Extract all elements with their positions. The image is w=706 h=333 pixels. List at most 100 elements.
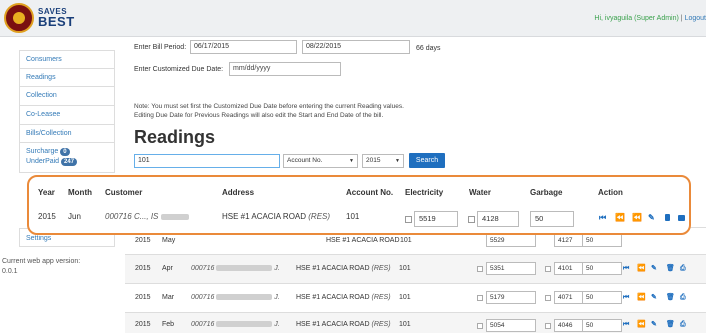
rewind-icon[interactable]: ⏪ — [632, 213, 642, 223]
sidebar-item-bills-collection[interactable]: Bills/Collection — [19, 124, 115, 144]
electricity-checkbox[interactable] — [405, 216, 412, 223]
row-customer-name: J. — [274, 294, 280, 301]
row-account: 101 — [400, 237, 412, 244]
row-month: Jun — [68, 212, 81, 221]
row-month: May — [162, 237, 176, 244]
prev-icon[interactable]: ⏪ — [637, 321, 646, 329]
row-year: 2015 — [38, 212, 56, 221]
row-year: 2015 — [135, 294, 151, 301]
logo-seal-icon — [4, 3, 34, 33]
prev-icon[interactable]: ⏪ — [615, 213, 625, 223]
garbage-input[interactable]: 50 — [530, 211, 574, 227]
note-line-2: Editing Due Date for Previous Readings w… — [134, 112, 384, 119]
row-address-tag: (RES) — [371, 321, 391, 328]
garbage-input[interactable]: 50 — [582, 234, 622, 247]
edit-icon[interactable]: ✎ — [648, 213, 655, 223]
row-address: HSE #1 ACACIA ROAD — [296, 294, 370, 301]
print-icon[interactable]: ⎙ — [680, 265, 686, 273]
col-header-water: Water — [469, 188, 491, 197]
version-value: 0.0.1 — [2, 268, 18, 275]
bill-period-label: Enter Bill Period: — [134, 44, 187, 51]
row-customer-name: J. — [274, 321, 280, 328]
electricity-checkbox[interactable] — [477, 266, 483, 272]
row-year: 2015 — [135, 265, 151, 272]
first-icon[interactable]: ⏮ — [623, 294, 629, 302]
print-icon[interactable]: ⎙ — [680, 321, 686, 329]
electricity-checkbox[interactable] — [477, 295, 483, 301]
prev-icon[interactable]: ⏪ — [637, 265, 646, 273]
sidebar-item-collection[interactable]: Collection — [19, 87, 115, 107]
version-label: Current web app version: — [2, 258, 81, 265]
water-checkbox[interactable] — [545, 266, 551, 272]
prev-icon[interactable]: ⏪ — [637, 294, 646, 302]
logout-link[interactable]: Logout — [685, 15, 706, 22]
delete-icon[interactable]: 🗑 — [666, 321, 675, 329]
first-icon[interactable]: ⏮ — [623, 265, 629, 273]
delete-icon[interactable]: 🗑 — [666, 294, 675, 302]
row-address-tag: (RES) — [371, 294, 391, 301]
row-account: 101 — [399, 321, 411, 328]
print-icon[interactable] — [678, 215, 685, 221]
row-customer-id: 000716 — [191, 265, 215, 272]
electricity-input[interactable]: 5519 — [414, 211, 458, 227]
chevron-down-icon: ▼ — [349, 158, 354, 164]
redacted-name — [216, 265, 273, 272]
col-header-account-no: Account No. — [346, 188, 394, 197]
sidebar-item-readings[interactable]: Readings — [19, 68, 115, 88]
sidebar-item-surcharge-underpaid[interactable]: Surcharge 0 UnderPaid 247 — [19, 143, 115, 174]
edit-icon[interactable]: ✎ — [651, 321, 657, 329]
sidebar: Consumers Readings Collection Co-Leasee … — [19, 50, 115, 174]
edit-icon[interactable]: ✎ — [651, 265, 657, 273]
year-select[interactable]: 2015 ▼ — [362, 154, 404, 168]
electricity-input[interactable]: 5351 — [486, 262, 536, 275]
col-header-year: Year — [38, 188, 55, 197]
due-date-field[interactable]: mm/dd/yyyy — [229, 62, 341, 76]
delete-icon[interactable] — [665, 214, 670, 221]
sidebar-item-co-leasee[interactable]: Co-Leasee — [19, 106, 115, 125]
sidebar-item-consumers[interactable]: Consumers — [19, 50, 115, 69]
row-customer-name: J. — [274, 265, 280, 272]
first-icon[interactable]: ⏮ — [599, 213, 606, 223]
row-address: HSE #1 ACACIA ROAD — [222, 212, 307, 221]
note-line-1: Note: You must set first the Customized … — [134, 103, 404, 110]
row-account: 101 — [346, 212, 360, 221]
row-address: HSE #1 ACACIA ROAD — [296, 321, 370, 328]
header-separator: | — [680, 15, 683, 22]
garbage-input[interactable]: 50 — [582, 262, 622, 275]
electricity-input[interactable]: 5179 — [486, 291, 536, 304]
electricity-input[interactable]: 5054 — [486, 319, 536, 332]
col-header-month: Month — [68, 188, 92, 197]
row-address: HSE #1 ACACIA ROAD — [296, 265, 370, 272]
electricity-checkbox[interactable] — [477, 323, 483, 329]
first-icon[interactable]: ⏮ — [623, 321, 629, 329]
row-year: 2015 — [135, 237, 151, 244]
row-month: Feb — [162, 321, 175, 328]
search-input[interactable]: 101 — [134, 154, 280, 168]
search-button[interactable]: Search — [409, 153, 445, 168]
due-date-label: Enter Customized Due Date: — [134, 66, 224, 73]
search-field-select[interactable]: Account No. ▼ — [283, 154, 358, 168]
col-header-electricity: Electricity — [405, 188, 444, 197]
edit-icon[interactable]: ✎ — [651, 294, 657, 302]
underpaid-label: UnderPaid — [26, 158, 60, 166]
row-address-tag: (RES) — [371, 265, 391, 272]
row-customer-name: C..., IS — [133, 212, 159, 221]
garbage-input[interactable]: 50 — [582, 319, 622, 332]
surcharge-label: Surcharge — [26, 148, 59, 156]
water-checkbox[interactable] — [545, 323, 551, 329]
water-checkbox[interactable] — [545, 295, 551, 301]
year-select-value: 2015 — [366, 157, 381, 164]
delete-icon[interactable]: 🗑 — [666, 265, 675, 273]
electricity-input[interactable]: 5529 — [486, 234, 536, 247]
app-logo[interactable]: SAVES BEST — [4, 3, 74, 33]
note-text: Note: You must set first the Customized … — [134, 102, 404, 120]
row-customer-id: 000716 — [191, 321, 215, 328]
garbage-input[interactable]: 50 — [582, 291, 622, 304]
col-header-action: Action — [598, 188, 623, 197]
water-checkbox[interactable] — [468, 216, 475, 223]
bill-period-start-field[interactable]: 06/17/2015 — [190, 40, 297, 54]
row-month: Apr — [162, 265, 173, 272]
print-icon[interactable]: ⎙ — [680, 294, 686, 302]
bill-period-end-field[interactable]: 08/22/2015 — [302, 40, 410, 54]
water-input[interactable]: 4128 — [477, 211, 519, 227]
